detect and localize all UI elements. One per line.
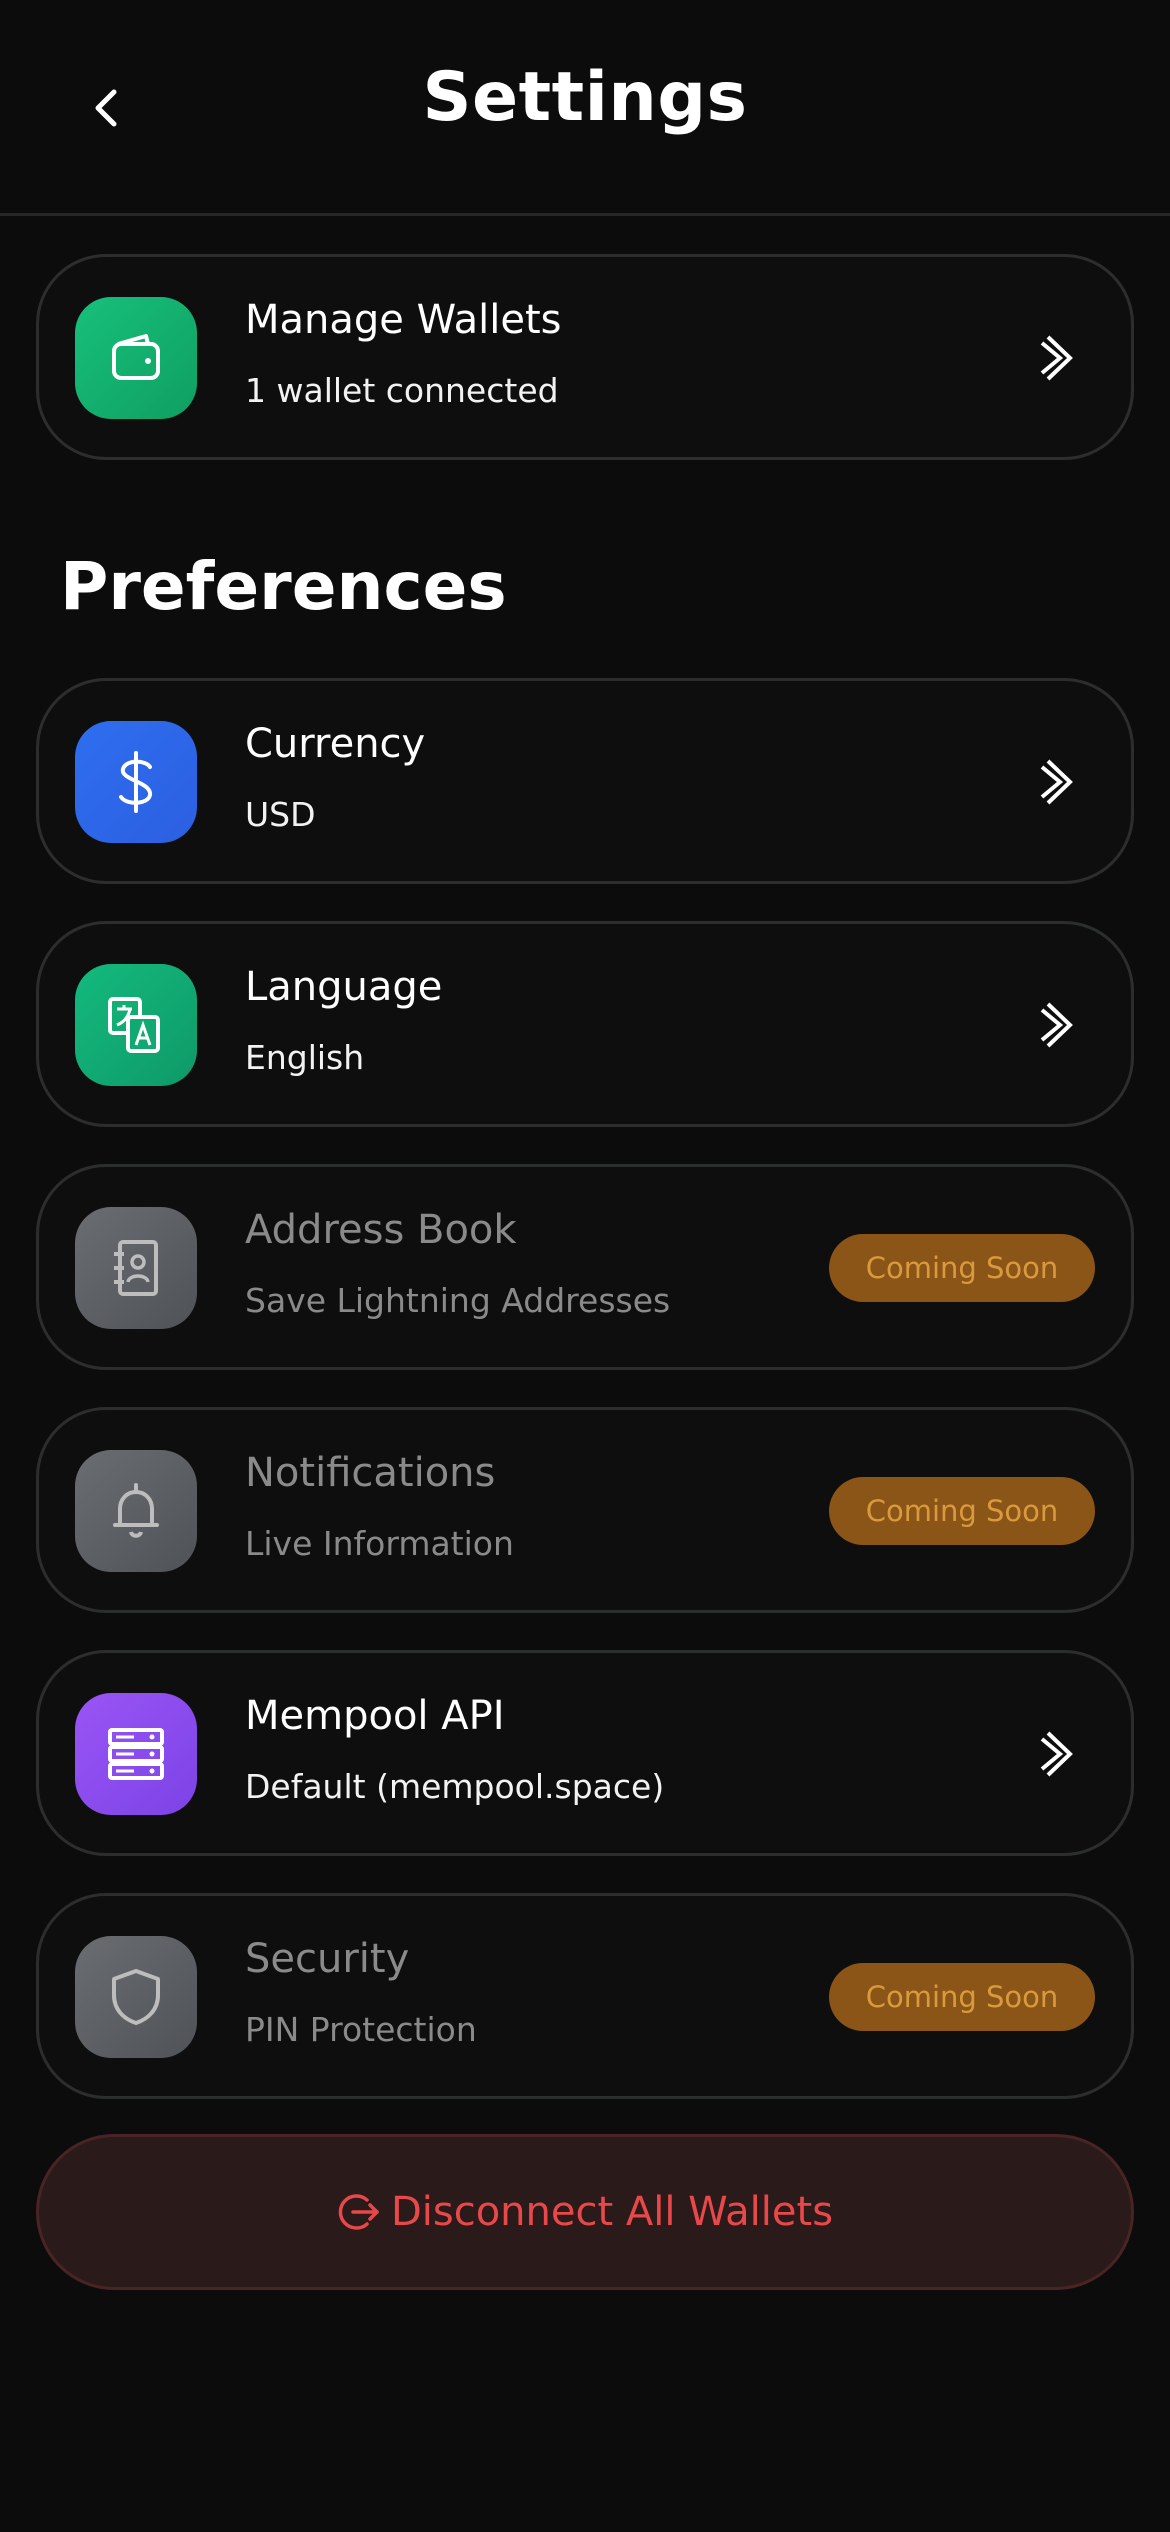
chevron-right-icon	[1025, 325, 1091, 391]
notifications-subtitle: Live Information	[245, 1524, 514, 1563]
dollar-icon	[119, 751, 152, 813]
contact-book-icon	[114, 1240, 158, 1296]
disconnect-all-wallets-button[interactable]: Disconnect All Wallets	[36, 2134, 1134, 2290]
manage-wallets-card[interactable]: Manage Wallets 1 wallet connected	[36, 254, 1134, 460]
address-book-title: Address Book	[245, 1207, 517, 1253]
wallet-icon-tile	[75, 297, 197, 419]
language-title: Language	[245, 964, 443, 1010]
coming-soon-badge: Coming Soon	[829, 1477, 1095, 1545]
chevron-right-icon	[1025, 992, 1091, 1058]
disconnect-label: Disconnect All Wallets	[390, 2189, 834, 2235]
language-card[interactable]: Language English	[36, 921, 1134, 1127]
manage-wallets-title: Manage Wallets	[245, 297, 562, 343]
security-subtitle: PIN Protection	[245, 2010, 477, 2049]
coming-soon-badge: Coming Soon	[829, 1963, 1095, 2031]
mempool-api-title: Mempool API	[245, 1693, 505, 1739]
address-book-icon-tile	[75, 1207, 197, 1329]
preferences-section-title: Preferences	[60, 548, 507, 625]
security-card: Security PIN Protection Coming Soon	[36, 1893, 1134, 2099]
address-book-subtitle: Save Lightning Addresses	[245, 1281, 671, 1320]
manage-wallets-subtitle: 1 wallet connected	[245, 371, 559, 410]
logout-icon	[338, 2194, 379, 2230]
language-value: English	[245, 1038, 365, 1077]
mempool-api-card[interactable]: Mempool API Default (mempool.space)	[36, 1650, 1134, 1856]
notifications-icon-tile	[75, 1450, 197, 1572]
header: Settings	[0, 0, 1170, 216]
notifications-title: Notifications	[245, 1450, 496, 1496]
chevron-right-icon	[1025, 749, 1091, 815]
security-icon-tile	[75, 1936, 197, 2058]
language-icon-tile	[75, 964, 197, 1086]
wallet-icon	[112, 334, 160, 380]
mempool-icon-tile	[75, 1693, 197, 1815]
shield-icon	[112, 1969, 160, 2025]
bell-icon	[113, 1483, 159, 1538]
mempool-api-value: Default (mempool.space)	[245, 1767, 665, 1806]
translate-icon	[108, 997, 160, 1053]
server-icon	[108, 1728, 164, 1780]
currency-value: USD	[245, 795, 316, 834]
security-title: Security	[245, 1936, 410, 1982]
currency-title: Currency	[245, 721, 426, 767]
page-title: Settings	[422, 58, 748, 137]
address-book-card: Address Book Save Lightning Addresses Co…	[36, 1164, 1134, 1370]
coming-soon-badge: Coming Soon	[829, 1234, 1095, 1302]
currency-icon-tile	[75, 721, 197, 843]
chevron-right-icon	[1025, 1721, 1091, 1787]
currency-card[interactable]: Currency USD	[36, 678, 1134, 884]
notifications-card: Notifications Live Information Coming So…	[36, 1407, 1134, 1613]
